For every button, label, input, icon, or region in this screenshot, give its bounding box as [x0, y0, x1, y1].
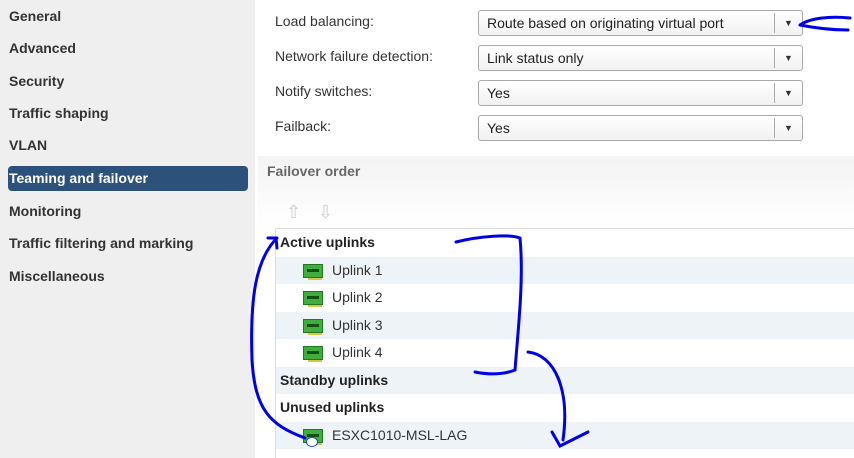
- list-item[interactable]: Uplink 2: [276, 284, 854, 312]
- arrow-up-icon[interactable]: ⇧: [286, 202, 301, 223]
- active-uplinks-header: Active uplinks: [280, 234, 375, 250]
- chevron-down-icon: ▼: [774, 118, 802, 138]
- uplink-name: Uplink 3: [332, 316, 383, 333]
- sidebar-item-traffic-shaping[interactable]: Traffic shaping: [8, 101, 248, 126]
- select-value: Yes: [487, 85, 510, 101]
- network-adapter-icon: [303, 318, 323, 335]
- failover-order-title: Failover order: [267, 163, 361, 179]
- main-panel: Load balancing: Route based on originati…: [255, 0, 854, 458]
- uplink-name: Uplink 4: [332, 344, 383, 360]
- sidebar-item-traffic-filtering[interactable]: Traffic filtering and marking: [8, 231, 248, 256]
- failback-label: Failback:: [275, 118, 332, 134]
- list-item[interactable]: ESXC1010-MSL-LAG: [276, 421, 854, 449]
- failover-order-list: Active uplinks Uplink 1 Uplink 2 Uplink …: [275, 228, 854, 458]
- sidebar-item-miscellaneous[interactable]: Miscellaneous: [8, 264, 248, 289]
- sidebar-item-advanced[interactable]: Advanced: [8, 36, 248, 61]
- uplink-name: Uplink 1: [332, 261, 383, 278]
- failback-select[interactable]: Yes ▼: [478, 115, 803, 141]
- uplink-name: Uplink 2: [332, 289, 383, 305]
- unused-uplinks-header: Unused uplinks: [280, 399, 385, 415]
- network-failure-detection-select[interactable]: Link status only ▼: [478, 45, 803, 71]
- sidebar-item-vlan[interactable]: VLAN: [8, 133, 248, 158]
- sidebar: General Advanced Security Traffic shapin…: [0, 0, 255, 458]
- select-value: Link status only: [487, 50, 584, 66]
- chevron-down-icon: ▼: [774, 83, 802, 103]
- arrow-down-icon[interactable]: ⇩: [318, 202, 333, 223]
- sidebar-item-general[interactable]: General: [8, 4, 248, 29]
- chevron-down-icon: ▼: [774, 13, 802, 33]
- network-adapter-icon: [303, 291, 323, 307]
- list-item[interactable]: Uplink 3: [276, 311, 854, 339]
- failover-order-header: Failover order ⇧ ⇩: [258, 156, 854, 228]
- standby-uplinks-header: Standby uplinks: [276, 366, 854, 394]
- uplink-name: ESXC1010-MSL-LAG: [332, 426, 468, 443]
- network-adapter-icon: [303, 263, 323, 280]
- sidebar-item-monitoring[interactable]: Monitoring: [8, 199, 248, 224]
- lag-icon: [306, 436, 318, 447]
- sidebar-item-teaming-and-failover[interactable]: Teaming and failover: [8, 166, 248, 191]
- sidebar-item-security[interactable]: Security: [8, 69, 248, 94]
- network-failure-detection-label: Network failure detection:: [275, 48, 433, 64]
- notify-switches-select[interactable]: Yes ▼: [478, 80, 803, 106]
- chevron-down-icon: ▼: [774, 48, 802, 68]
- list-item[interactable]: Uplink 1: [276, 256, 854, 284]
- select-value: Yes: [487, 120, 510, 136]
- load-balancing-label: Load balancing:: [275, 13, 374, 29]
- network-adapter-icon: [303, 346, 323, 362]
- notify-switches-label: Notify switches:: [275, 83, 373, 99]
- load-balancing-select[interactable]: Route based on originating virtual port ▼: [478, 10, 803, 36]
- select-value: Route based on originating virtual port: [487, 15, 724, 31]
- list-item[interactable]: Uplink 4: [276, 339, 854, 367]
